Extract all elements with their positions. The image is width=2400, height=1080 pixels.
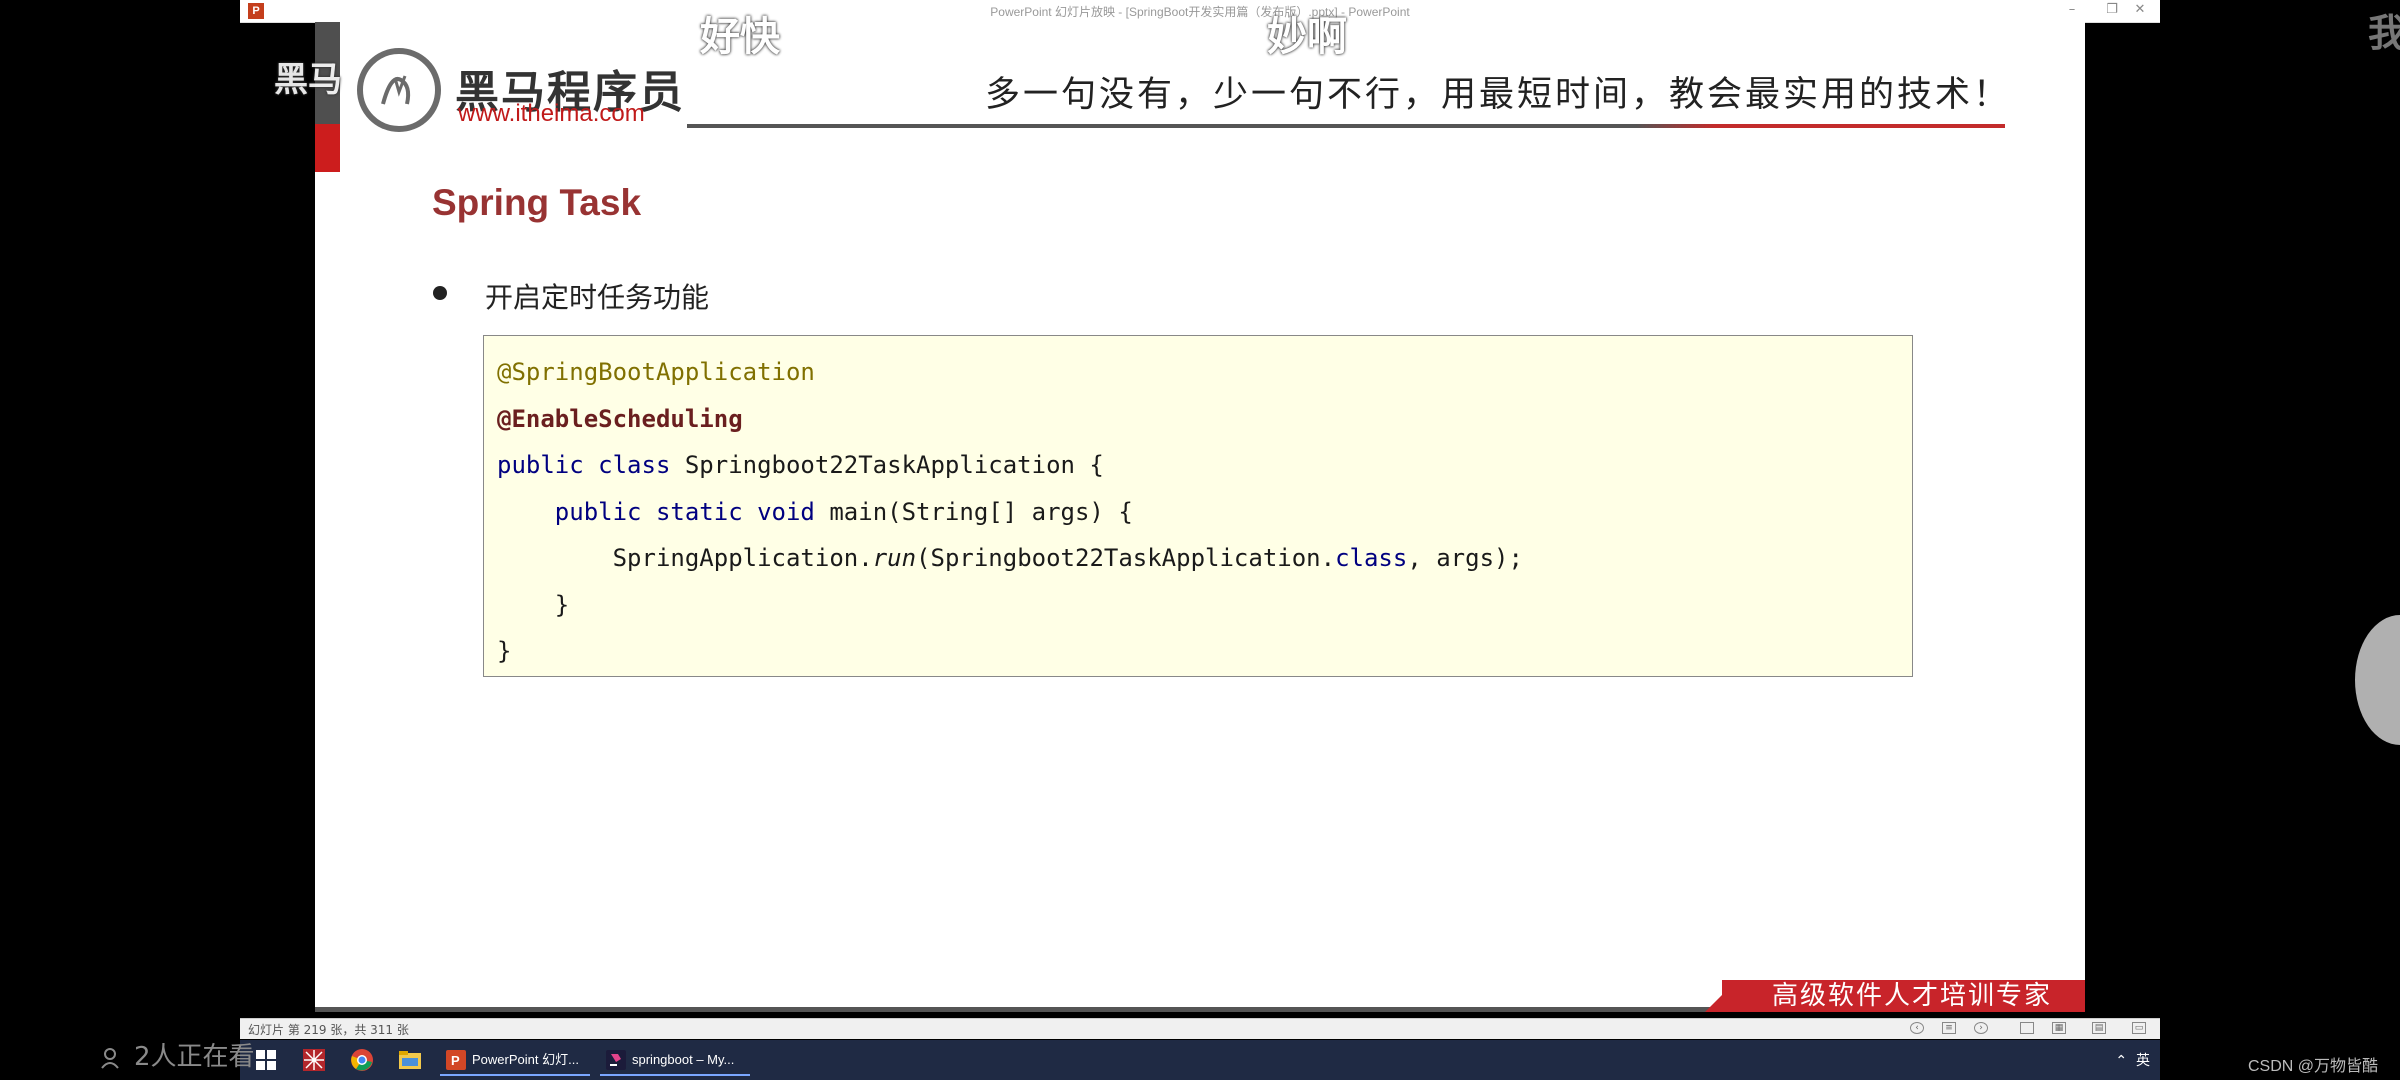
system-tray[interactable]: ⌃ 英 [2115, 1050, 2150, 1070]
keyword-text: public class [497, 451, 671, 479]
close-button[interactable]: ✕ [2120, 2, 2160, 17]
minimize-button[interactable]: – [2052, 2, 2092, 17]
danmaku-comment: 好快 [700, 14, 780, 60]
logo-icon [357, 48, 441, 132]
code-text: (Springboot22TaskApplication. [916, 544, 1336, 572]
bullet-text: 开启定时任务功能 [485, 281, 710, 314]
code-line: public class Springboot22TaskApplication… [497, 442, 1912, 489]
powerpoint-app-icon: P [446, 1049, 466, 1070]
logo-url: www.itheima.com [458, 100, 645, 127]
code-line: public static void main(String[] args) { [497, 489, 1912, 536]
slide[interactable]: 黑马程序员 www.itheima.com 多一句没有，少一句不行，用最短时间，… [315, 22, 2085, 1012]
method-text: run [872, 544, 917, 572]
normal-view-icon[interactable] [2020, 1022, 2034, 1034]
window-titlebar: P PowerPoint 幻灯片放映 - [SpringBoot开发实用篇（发布… [240, 0, 2160, 23]
taskbar: P PowerPoint 幻灯... springboot – My... ⌃ … [240, 1040, 2160, 1080]
svg-text:P: P [451, 1053, 460, 1068]
code-text: Springboot22TaskApplication { [670, 451, 1104, 479]
danmaku-comment: 妙啊 [1267, 14, 1347, 60]
active-indicator [440, 1074, 590, 1076]
chevron-up-icon[interactable]: ⌃ [2115, 1053, 2127, 1069]
code-line: @SpringBootApplication [497, 349, 1912, 396]
code-text: } [497, 590, 570, 619]
danmaku-comment: 黑马 [274, 60, 342, 100]
chrome-icon[interactable] [350, 1048, 374, 1072]
code-line: } [497, 628, 1912, 675]
status-bar: 幻灯片 第 219 张，共 311 张 ‹ ≡ › ▦ ▤ ▭ [240, 1018, 2160, 1039]
code-block: @SpringBootApplication @EnableScheduling… [483, 335, 1913, 677]
code-line: } [497, 582, 1912, 629]
keyword-text: public static void [554, 497, 815, 526]
keyword-text: class [1335, 544, 1408, 572]
code-line: @EnableScheduling [497, 396, 1912, 443]
menu-icon[interactable]: ≡ [1942, 1022, 1956, 1034]
floating-side-button[interactable] [2355, 615, 2400, 745]
annotation-text: @EnableScheduling [497, 404, 743, 433]
page-counter: 幻灯片 第 219 张，共 311 张 [248, 1023, 409, 1037]
footer-text: 高级软件人才培训专家 [1772, 981, 2053, 1011]
header-red-strip [315, 124, 340, 172]
taskbar-app-intellij[interactable]: springboot – My... [600, 1044, 750, 1076]
code-text: SpringApplication. [612, 544, 873, 572]
sorter-view-icon[interactable]: ▦ [2052, 1022, 2066, 1034]
file-explorer-icon[interactable] [398, 1048, 422, 1072]
slideshow-view-icon[interactable]: ▭ [2132, 1022, 2146, 1034]
bullet-icon [433, 286, 447, 300]
input-method-indicator[interactable]: 英 [2136, 1053, 2150, 1069]
viewer-count: 2人正在看 [100, 1036, 255, 1073]
annotation-text: @SpringBootApplication [497, 358, 815, 386]
code-text: } [497, 637, 512, 665]
taskbar-app-label: springboot – My... [632, 1052, 735, 1067]
taskbar-app-label: PowerPoint 幻灯... [472, 1052, 579, 1067]
code-line: SpringApplication.run(Springboot22TaskAp… [497, 535, 1912, 582]
active-indicator [600, 1074, 750, 1076]
intellij-app-icon [606, 1049, 626, 1070]
reading-view-icon[interactable]: ▤ [2092, 1022, 2106, 1034]
code-text: , args); [1407, 544, 1523, 572]
header-divider [687, 124, 2005, 128]
viewer-count-text: 2人正在看 [134, 1042, 255, 1072]
prev-slide-icon[interactable]: ‹ [1910, 1022, 1924, 1034]
taskbar-app-powerpoint[interactable]: P PowerPoint 幻灯... [440, 1044, 590, 1076]
code-text: main(String[] args) { [814, 497, 1133, 526]
slide-title: Spring Task [432, 182, 642, 223]
window-title: PowerPoint 幻灯片放映 - [SpringBoot开发实用篇（发布版）… [990, 5, 1410, 19]
danmaku-comment: 我 [2368, 11, 2400, 55]
watermark: CSDN @万物皆酷 [2247, 1058, 2378, 1075]
next-slide-icon[interactable]: › [1974, 1022, 1988, 1034]
windows-start-icon[interactable] [254, 1048, 278, 1072]
viewers-icon [101, 1047, 119, 1069]
slogan: 多一句没有，少一句不行，用最短时间，教会最实用的技术！ [985, 75, 2012, 115]
app-grid-icon[interactable] [302, 1048, 326, 1072]
